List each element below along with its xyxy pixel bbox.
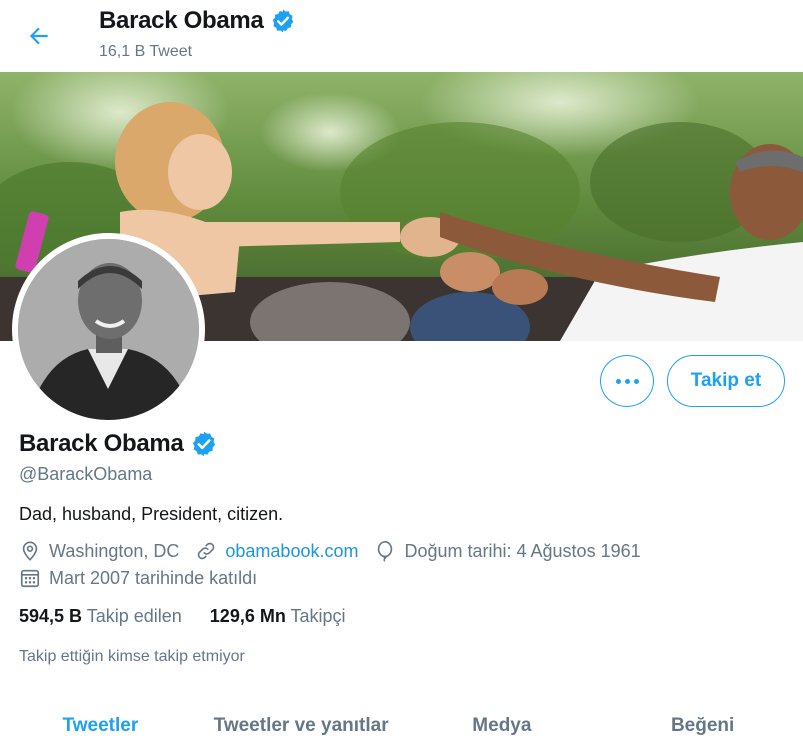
header-title-row: Barack Obama: [99, 7, 296, 35]
location-item: Washington, DC: [19, 540, 179, 562]
profile-avatar[interactable]: [12, 233, 205, 426]
tab-tweets-and-replies[interactable]: Tweetler ve yanıtlar: [201, 700, 402, 751]
more-options-button[interactable]: [600, 355, 654, 407]
following-count: 594,5 B: [19, 606, 83, 626]
verified-badge-icon: [272, 9, 293, 33]
profile-meta-row: Washington, DC obamabook.com Doğum tarih…: [19, 540, 657, 562]
profile-name-row: Barack Obama: [19, 430, 218, 458]
profile-page: Barack Obama 16,1 B Tweet Takip et Barac…: [0, 0, 803, 751]
joined-text: Mart 2007 tarihinde katıldı: [49, 567, 258, 588]
profile-tabs: Tweetler Tweetler ve yanıtlar Medya Beğe…: [0, 700, 803, 751]
follow-button[interactable]: Takip et: [667, 355, 785, 407]
website-link[interactable]: obamabook.com: [225, 541, 358, 562]
location-pin-icon: [22, 541, 38, 561]
header-tweet-count: 16,1 B Tweet: [99, 43, 193, 60]
link-icon: [198, 542, 215, 560]
header-name: Barack Obama: [99, 7, 264, 34]
birthday-item: Doğum tarihi: 4 Ağustos 1961: [374, 540, 641, 562]
joined-item: Mart 2007 tarihinde katıldı: [19, 567, 257, 589]
following-label: Takip edilen: [86, 606, 182, 626]
followers-count: 129,6 Mn: [209, 606, 286, 626]
avatar-image: [18, 239, 199, 420]
arrow-left-icon: [29, 27, 48, 45]
followers-label: Takipçi: [290, 606, 346, 626]
profile-meta-row-joined: Mart 2007 tarihinde katıldı: [19, 567, 273, 589]
tab-likes[interactable]: Beğeni: [602, 700, 803, 751]
profile-handle: @BarackObama: [19, 464, 153, 484]
tab-tweets[interactable]: Tweetler: [0, 700, 201, 751]
followers-stat[interactable]: 129,6 Mn Takipçi: [210, 606, 346, 627]
location-text: Washington, DC: [49, 540, 180, 561]
verified-badge-icon: [192, 431, 215, 457]
profile-header: Barack Obama 16,1 B Tweet: [0, 0, 803, 72]
calendar-icon: [20, 569, 40, 588]
more-dots-icon: [615, 378, 639, 384]
profile-bio: Dad, husband, President, citizen.: [19, 504, 284, 524]
back-button[interactable]: [22, 19, 56, 53]
birthday-text: Doğum tarihi: 4 Ağustos 1961: [404, 540, 641, 561]
mutual-followers-note: Takip ettiğin kimse takip etmiyor: [19, 648, 245, 665]
tab-media[interactable]: Medya: [402, 700, 603, 751]
following-stat[interactable]: 594,5 B Takip edilen: [19, 606, 182, 627]
profile-stats: 594,5 B Takip edilen 129,6 Mn Takipçi: [19, 606, 374, 627]
website-item: obamabook.com: [195, 540, 358, 562]
profile-name: Barack Obama: [19, 430, 184, 457]
balloon-icon: [378, 541, 393, 562]
